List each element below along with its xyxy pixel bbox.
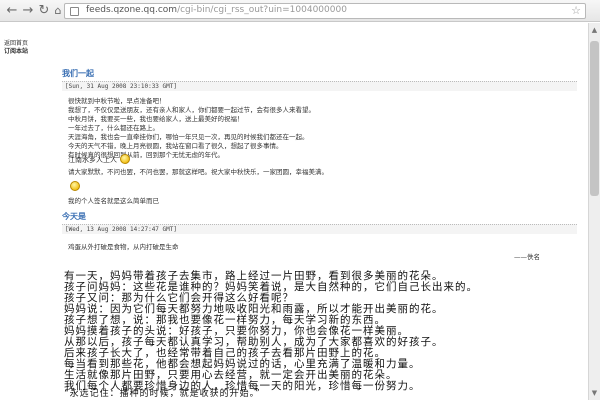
url-path: /cgi-bin/cgi_rss_out?uin=1004000000 bbox=[177, 5, 347, 15]
smiley-emoticon-icon bbox=[70, 181, 80, 191]
scroll-thumb[interactable] bbox=[590, 41, 599, 196]
post1-line-5: 天涯海角，我也会一直牵挂你们，哪怕一年只见一次，再见的时候我们都还在一起。 bbox=[68, 133, 309, 141]
post1-date: [Sun, 31 Aug 2008 23:10:33 GMT] bbox=[62, 81, 577, 91]
forward-icon[interactable]: → bbox=[20, 3, 36, 19]
post1-signature: 我的个人签名就是这么简单而已 bbox=[68, 197, 159, 205]
post2-quote-attribution: ——佚名 bbox=[514, 253, 540, 261]
side-link-home[interactable]: 返回首页 bbox=[4, 40, 28, 48]
url-host: feeds.qzone.qq.com bbox=[86, 5, 178, 15]
post2-quote: 鸡蛋从外打破是食物，从内打破是生命 bbox=[68, 243, 179, 251]
post1-line-2: 我想了，不仅仅是送朋友，还有亲人和家人，你们都要一起过节，会有很多人来看望。 bbox=[68, 106, 315, 114]
post1-line-6: 今天的天气不错，晚上月亮很圆，我站在窗口看了很久，想起了很多事情。 bbox=[68, 142, 283, 150]
smiley-emoticon-icon bbox=[120, 154, 130, 164]
back-icon[interactable]: ← bbox=[4, 3, 20, 19]
post1-line-3: 中秋月饼，我要买一些，我也要给家人，送上最美好的祝福！ bbox=[68, 115, 244, 123]
post1-title[interactable]: 我们一起 bbox=[62, 68, 94, 79]
address-bar[interactable]: feeds.qzone.qq.com/cgi-bin/cgi_rss_out?u… bbox=[64, 3, 586, 19]
post2-title[interactable]: 今天是 bbox=[62, 211, 86, 222]
post1-line-4: 一年过去了，什么都还在路上。 bbox=[68, 124, 159, 132]
post1-footer-line: 请大家默默，不问也罢，不问也罢，那就这样吧。祝大家中秋快乐，一家团圆，幸福美满。 bbox=[68, 168, 328, 176]
side-link-subscribe[interactable]: 订阅本站 bbox=[4, 48, 28, 56]
post2-date: [Wed, 13 Aug 2008 14:27:47 GMT] bbox=[62, 224, 577, 234]
side-links: 返回首页 订阅本站 bbox=[4, 40, 28, 56]
post1-tagline: 江南水乡人上人 bbox=[68, 156, 117, 164]
scroll-up-arrow-icon[interactable]: ▲ bbox=[590, 25, 599, 35]
body-line-12: “永远记住：播种的时候，就是收获的开始。” bbox=[64, 389, 261, 399]
bookmark-star-icon[interactable]: ☆ bbox=[571, 4, 581, 17]
url-text: feeds.qzone.qq.com/cgi-bin/cgi_rss_out?u… bbox=[86, 5, 386, 15]
vertical-scrollbar[interactable]: ▲ ▼ bbox=[588, 23, 600, 400]
page-icon bbox=[70, 7, 79, 16]
scroll-down-arrow-icon[interactable]: ▼ bbox=[590, 388, 599, 398]
browser-toolbar: ← → ↻ ⌂ feeds.qzone.qq.com/cgi-bin/cgi_r… bbox=[0, 0, 600, 22]
post1-line-1: 很快就到中秋节啦，早点准备吧！ bbox=[68, 97, 166, 105]
